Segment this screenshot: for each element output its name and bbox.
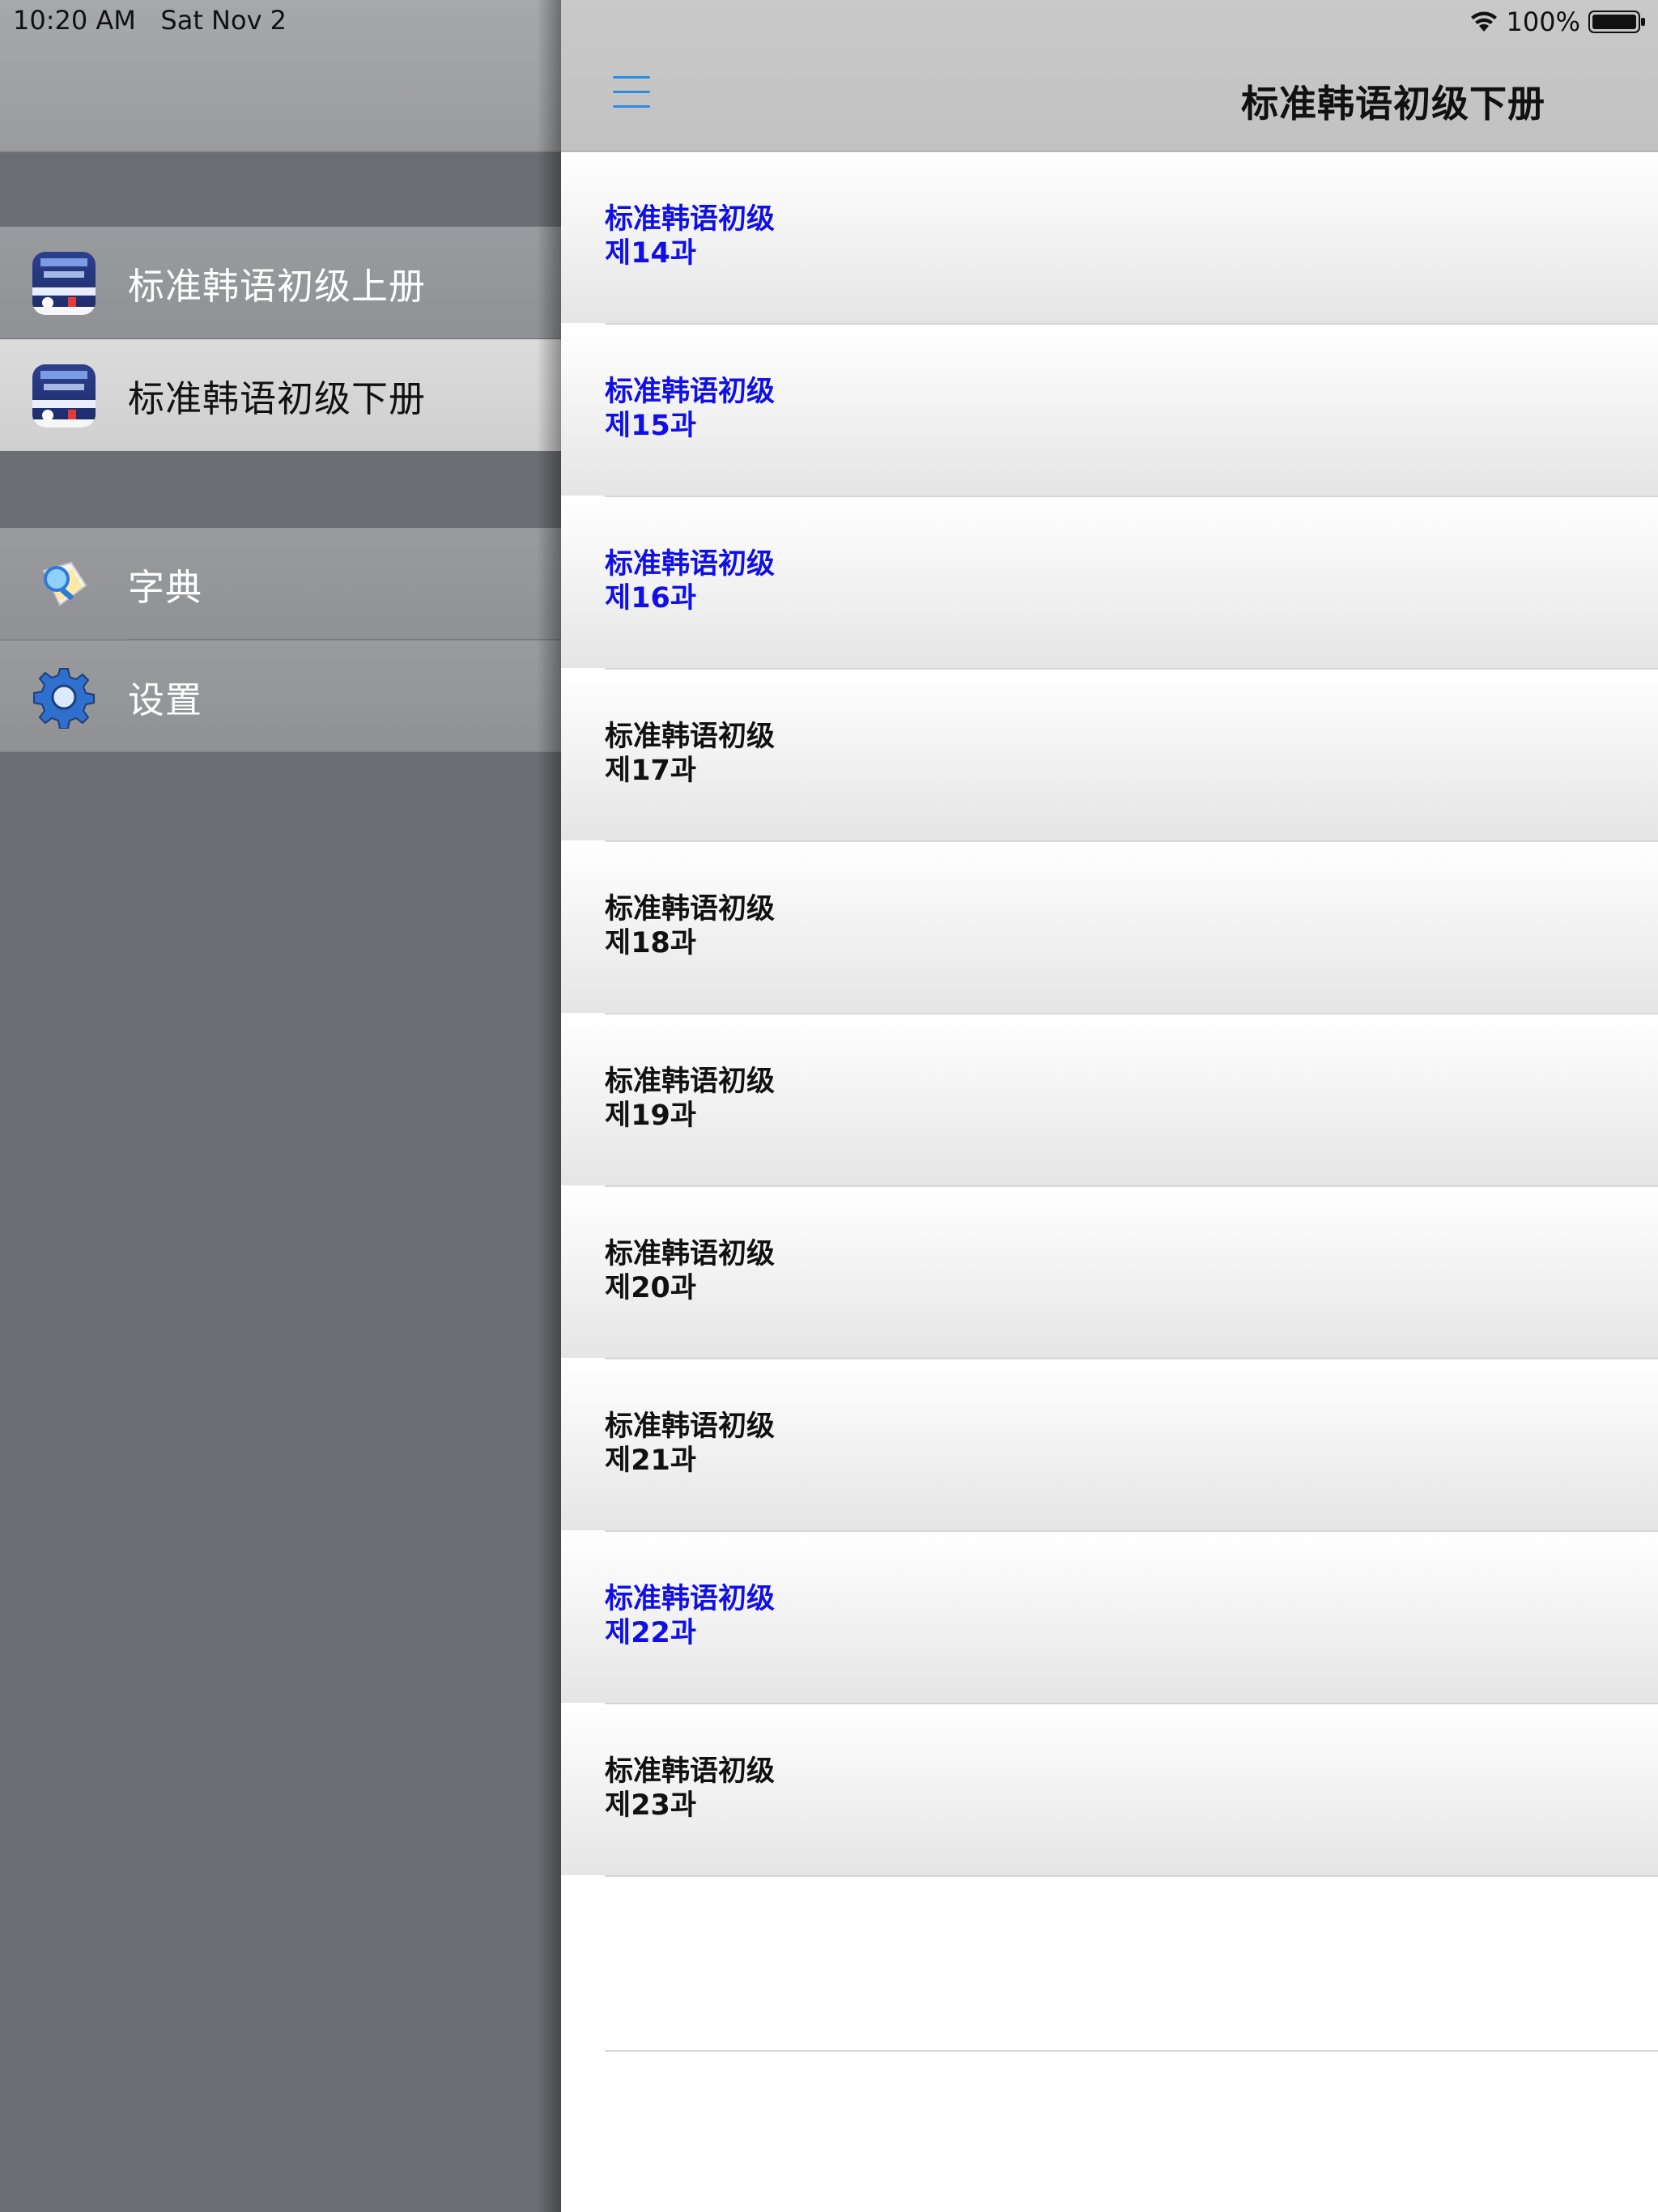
- row-divider: [605, 1875, 1658, 1877]
- lesson-row[interactable]: 标准韩语初级 제17과: [561, 670, 1658, 840]
- battery-percentage: 100%: [1506, 6, 1580, 37]
- status-time: 10:20 AM: [13, 5, 136, 36]
- page-title: 标准韩语初级下册: [1241, 82, 1545, 125]
- lesson-row[interactable]: 标准韩语初级 제16과: [561, 497, 1658, 668]
- lesson-row[interactable]: 标准韩语初级 제18과: [561, 842, 1658, 1013]
- sidebar: 10:20 AM Sat Nov 2 标准韩语初级上册 标准韩语初级下册 字典: [0, 0, 561, 2212]
- gear-icon: [32, 666, 96, 729]
- status-bar-right: 100%: [1469, 6, 1647, 37]
- main-panel: 100% 标准韩语初级下册 标准韩语初级 제14과 标准韩语初级 제15과 标准…: [561, 0, 1658, 2212]
- book-cover-icon: [32, 364, 96, 428]
- lesson-number: 제16과: [605, 582, 697, 615]
- sidebar-item-label: 标准韩语初级下册: [128, 376, 427, 420]
- sidebar-item-settings[interactable]: 设置: [0, 640, 561, 752]
- lesson-number: 제14과: [605, 237, 697, 270]
- lesson-number: 제15과: [605, 410, 697, 442]
- book-cover-icon: [32, 252, 96, 315]
- sidebar-item-label: 字典: [128, 565, 203, 609]
- wifi-icon: [1470, 11, 1497, 32]
- row-divider: [605, 2050, 1658, 2052]
- lesson-row[interactable]: 标准韩语初级 제19과: [561, 1015, 1658, 1185]
- lesson-number: 제22과: [605, 1617, 697, 1649]
- lesson-row[interactable]: 标准韩语初级 제14과: [561, 152, 1658, 323]
- sidebar-item-book-2[interactable]: 标准韩语初级下册: [0, 339, 561, 451]
- lesson-row[interactable]: 标准韩语初级 제20과: [561, 1187, 1658, 1358]
- sidebar-item-dictionary[interactable]: 字典: [0, 528, 561, 640]
- battery-icon: [1588, 11, 1645, 33]
- sidebar-item-book-1[interactable]: 标准韩语初级上册: [0, 227, 561, 338]
- status-date: Sat Nov 2: [160, 5, 287, 36]
- navigation-bar: 100% 标准韩语初级下册: [561, 0, 1658, 152]
- sidebar-divider: [0, 751, 561, 752]
- sidebar-item-label: 设置: [128, 678, 203, 721]
- lesson-row[interactable]: 标准韩语初级 제15과: [561, 325, 1658, 496]
- lesson-number: 제19과: [605, 1100, 697, 1132]
- dictionary-icon: [32, 553, 96, 616]
- lesson-number: 제20과: [605, 1272, 697, 1304]
- lesson-row[interactable]: 标准韩语初级 제21과: [561, 1359, 1658, 1530]
- hamburger-menu-icon[interactable]: [613, 76, 653, 108]
- sidebar-item-label: 标准韩语初级上册: [128, 264, 427, 308]
- lesson-number: 제21과: [605, 1444, 697, 1477]
- lesson-number: 제18과: [605, 927, 697, 959]
- status-bar-left: 10:20 AM Sat Nov 2: [13, 5, 287, 36]
- sidebar-header: 10:20 AM Sat Nov 2: [0, 0, 561, 152]
- lesson-number: 제17과: [605, 755, 697, 787]
- panel-shadow: [537, 0, 561, 2212]
- lesson-number: 제23과: [605, 1789, 697, 1822]
- lesson-row[interactable]: 标准韩语初级 제23과: [561, 1704, 1658, 1875]
- lesson-row[interactable]: 标准韩语初级 제22과: [561, 1532, 1658, 1703]
